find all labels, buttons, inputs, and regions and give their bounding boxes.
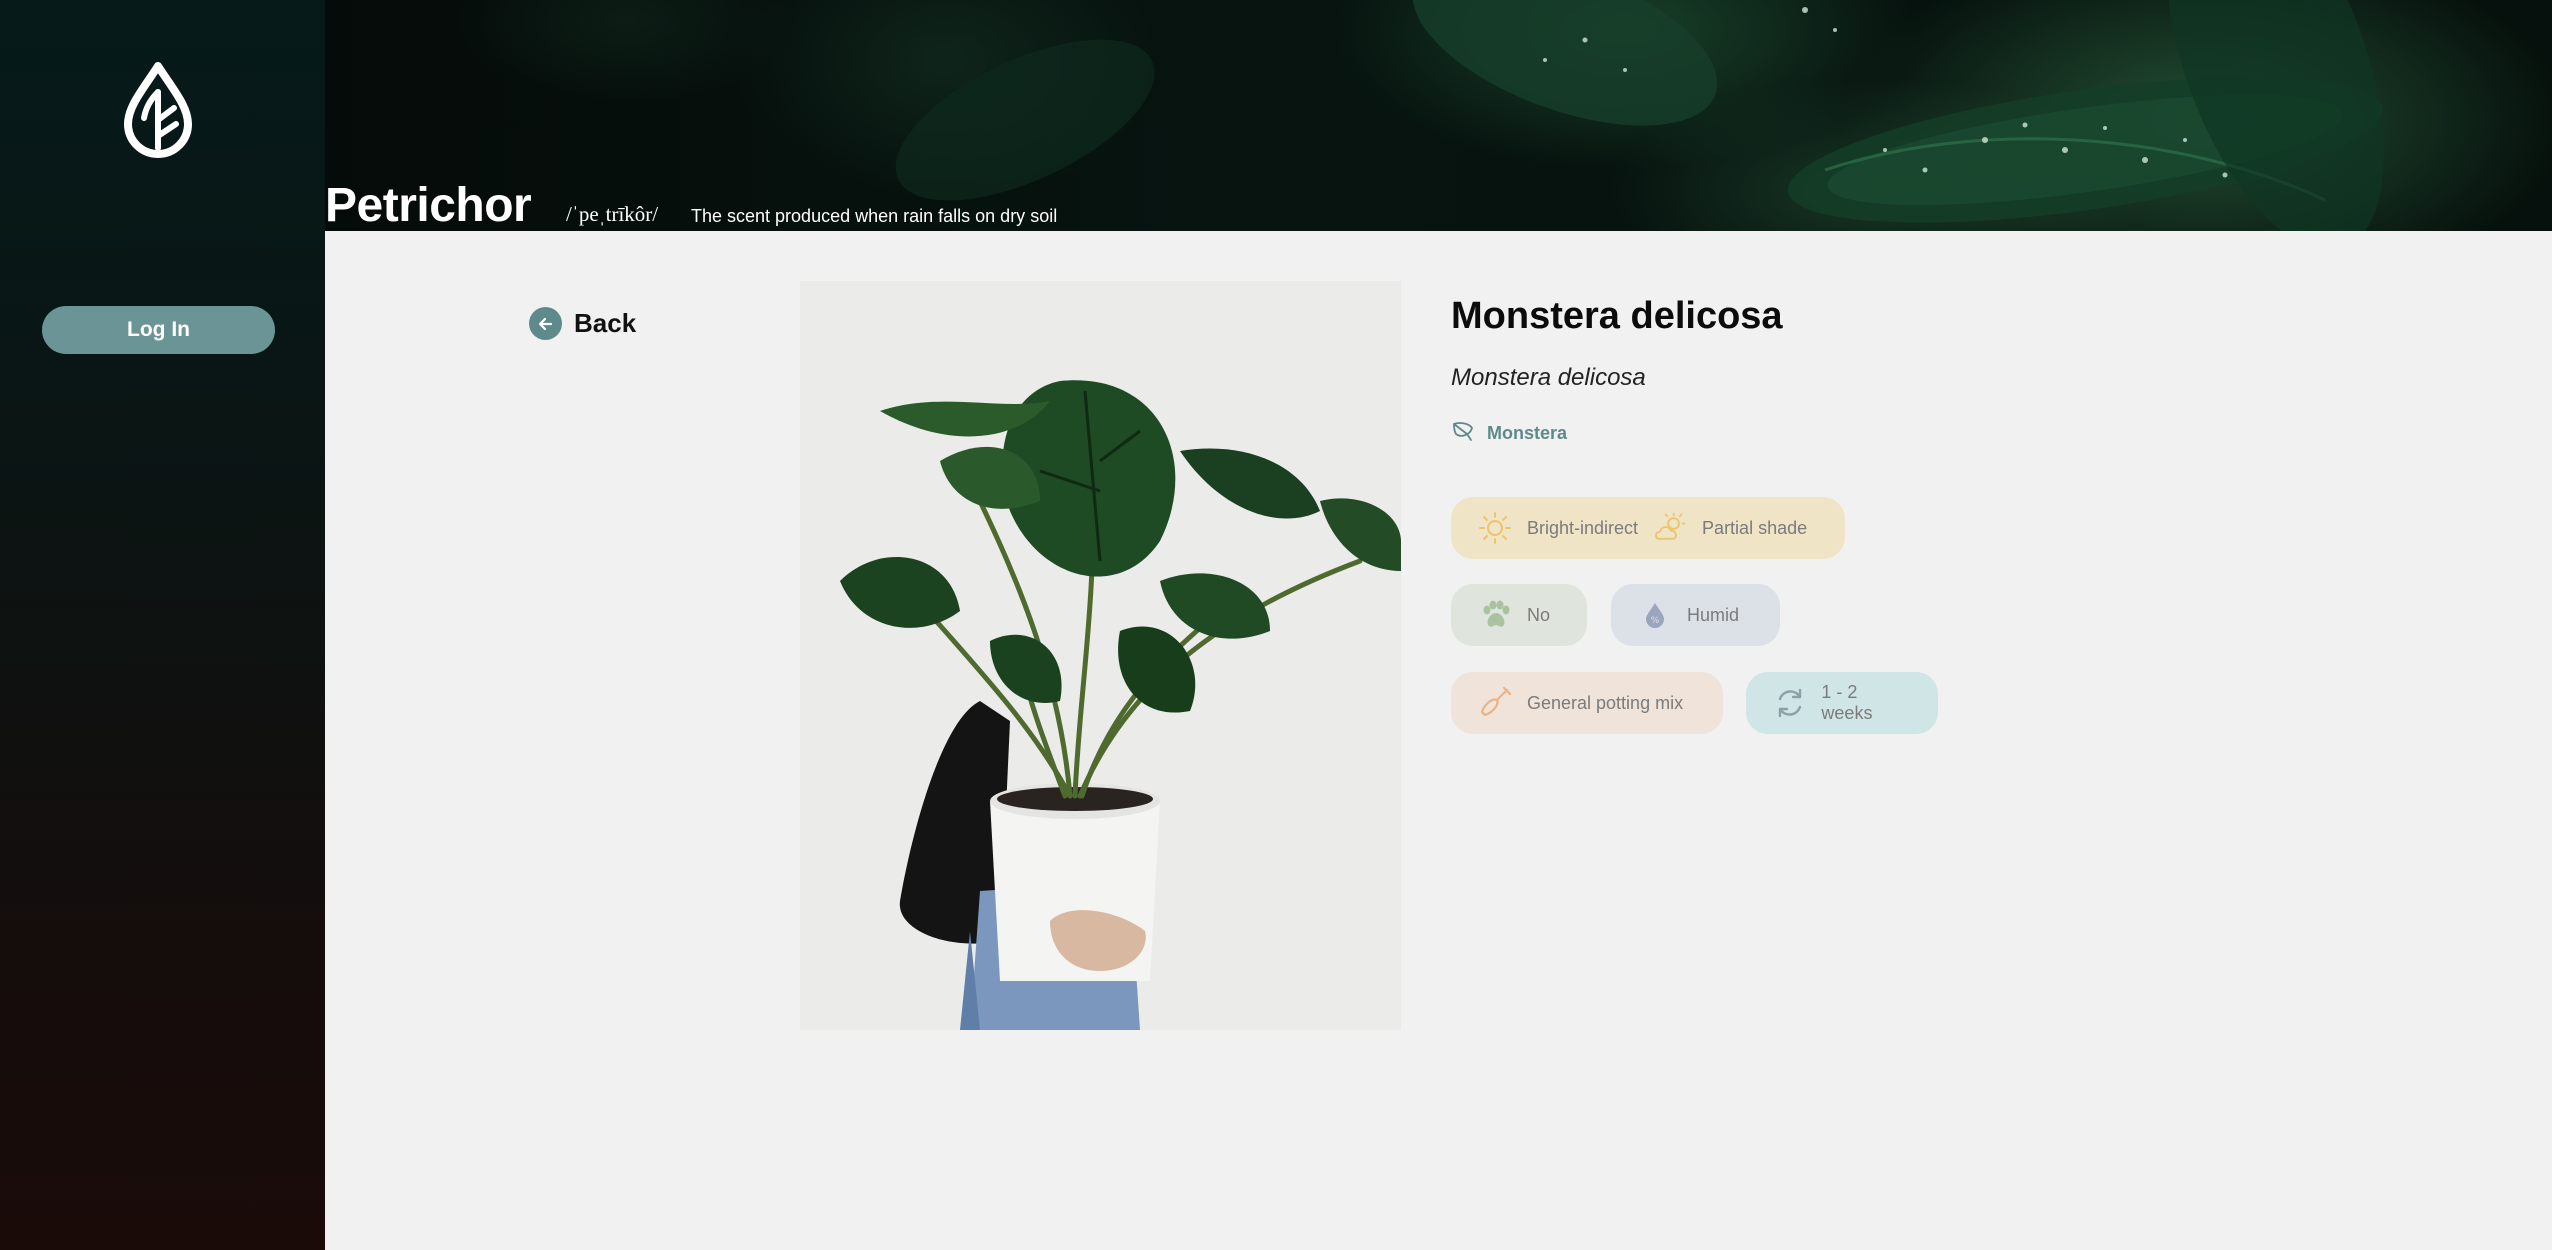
brand-phonetic: /ˈpeˌtrīkôr/	[566, 202, 659, 226]
plant-photo	[800, 281, 1401, 1030]
humidity-value: Humid	[1687, 604, 1740, 625]
pet-safe-value: No	[1527, 604, 1551, 625]
brand-bar: Petrichor /ˈpeˌtrīkôr/ The scent produce…	[325, 180, 2552, 232]
light-primary: Bright-indirect	[1527, 517, 1639, 538]
watering-pill: 1 - 2 weeks	[1746, 672, 1938, 734]
genus-label: Monstera	[1487, 423, 1568, 443]
humidity-pill: % Humid	[1611, 584, 1780, 646]
brand-definition: The scent produced when rain falls on dr…	[691, 206, 1058, 226]
back-button[interactable]: Back	[529, 307, 636, 340]
genus-tag[interactable]: Monstera	[1451, 419, 1567, 448]
plant-title: Monstera delicosa	[1451, 295, 1783, 337]
sun-icon	[1477, 510, 1513, 546]
leaf-icon	[1451, 419, 1475, 448]
light-secondary: Partial shade	[1702, 517, 1808, 538]
sidebar: Log In	[0, 0, 325, 1250]
scientific-name: Monstera delicosa	[1451, 364, 1646, 391]
refresh-icon	[1772, 685, 1807, 721]
soil-value: General potting mix	[1527, 692, 1684, 713]
water-drop-icon: %	[1637, 597, 1673, 633]
brand-title[interactable]: Petrichor	[325, 180, 532, 232]
shovel-icon	[1477, 685, 1513, 721]
leaf-drop-icon[interactable]	[122, 62, 194, 158]
watering-value: 1 - 2 weeks	[1821, 682, 1873, 723]
light-requirement-pill: Bright-indirect Partial shade	[1451, 497, 1845, 559]
soil-pill: General potting mix	[1451, 672, 1723, 734]
plant-detail: Back Monstera delicosa Monstera delicosa…	[325, 231, 2552, 1250]
login-button[interactable]: Log In	[42, 306, 275, 354]
pet-safety-pill: No	[1451, 584, 1587, 646]
paw-icon	[1477, 597, 1513, 633]
arrow-left-icon	[529, 307, 562, 340]
back-label: Back	[574, 308, 637, 338]
partly-cloudy-icon	[1652, 510, 1688, 546]
svg-text:%: %	[1651, 616, 1660, 626]
